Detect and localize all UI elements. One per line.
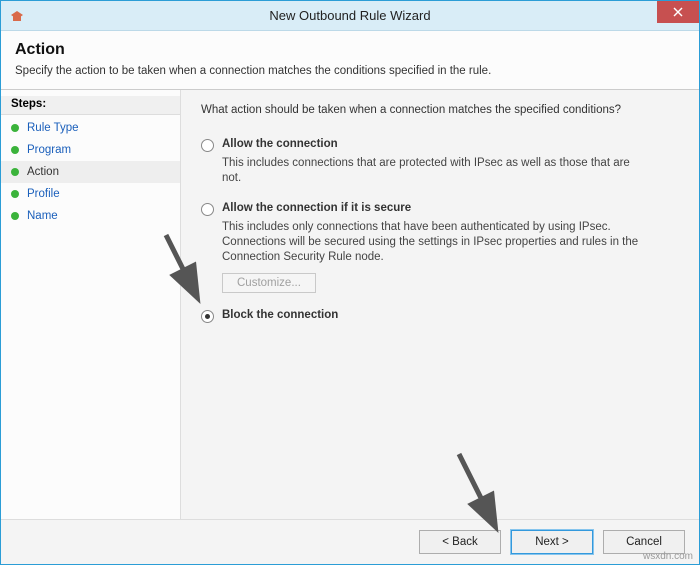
radio-block[interactable]: Block the connection (201, 309, 679, 323)
option-desc: This includes connections that are prote… (222, 156, 652, 186)
step-label: Program (27, 144, 71, 156)
close-icon (673, 7, 683, 17)
window-title: New Outbound Rule Wizard (1, 8, 699, 23)
step-label: Profile (27, 188, 60, 200)
body: Steps: Rule Type Program Action Profile … (1, 90, 699, 519)
radio-allow[interactable]: Allow the connection (201, 138, 679, 152)
title-bar[interactable]: New Outbound Rule Wizard (1, 1, 699, 31)
bullet-icon (11, 168, 19, 176)
bullet-icon (11, 146, 19, 154)
customize-button: Customize... (222, 273, 316, 293)
prompt-text: What action should be taken when a conne… (201, 104, 679, 116)
sidebar-title: Steps: (1, 96, 180, 115)
option-allow: Allow the connection This includes conne… (201, 138, 679, 186)
step-profile[interactable]: Profile (1, 183, 180, 205)
radio-allow-secure[interactable]: Allow the connection if it is secure (201, 202, 679, 216)
option-desc: This includes only connections that have… (222, 220, 652, 265)
step-action[interactable]: Action (1, 161, 180, 183)
step-label: Name (27, 210, 58, 222)
watermark: wsxdn.com (643, 551, 693, 562)
steps-sidebar: Steps: Rule Type Program Action Profile … (1, 90, 181, 519)
content-pane: What action should be taken when a conne… (181, 90, 699, 519)
radio-icon (201, 310, 214, 323)
radio-icon (201, 139, 214, 152)
option-label: Allow the connection (222, 138, 338, 150)
header: Action Specify the action to be taken wh… (1, 31, 699, 89)
back-button[interactable]: < Back (419, 530, 501, 554)
option-allow-secure: Allow the connection if it is secure Thi… (201, 202, 679, 293)
step-rule-type[interactable]: Rule Type (1, 117, 180, 139)
option-label: Block the connection (222, 309, 338, 321)
next-button[interactable]: Next > (511, 530, 593, 554)
page-subtitle: Specify the action to be taken when a co… (15, 65, 685, 77)
step-label: Rule Type (27, 122, 79, 134)
step-name[interactable]: Name (1, 205, 180, 227)
bullet-icon (11, 124, 19, 132)
bullet-icon (11, 212, 19, 220)
option-label: Allow the connection if it is secure (222, 202, 411, 214)
close-button[interactable] (657, 1, 699, 23)
bullet-icon (11, 190, 19, 198)
step-label: Action (27, 166, 59, 178)
wizard-window: New Outbound Rule Wizard Action Specify … (0, 0, 700, 565)
radio-icon (201, 203, 214, 216)
footer: < Back Next > Cancel (1, 519, 699, 564)
option-block: Block the connection (201, 309, 679, 323)
step-program[interactable]: Program (1, 139, 180, 161)
page-title: Action (15, 41, 685, 59)
